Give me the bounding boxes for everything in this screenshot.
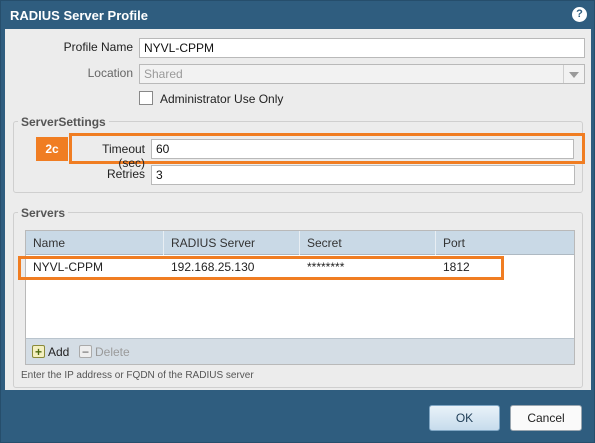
delete-label: Delete (95, 345, 130, 359)
location-value: Shared (144, 67, 183, 81)
server-settings-legend: ServerSettings (18, 115, 109, 129)
delete-icon: − (79, 345, 92, 358)
servers-hint: Enter the IP address or FQDN of the RADI… (21, 370, 254, 381)
profile-name-label: Profile Name (63, 40, 133, 54)
cancel-button[interactable]: Cancel (510, 405, 582, 431)
admin-use-only-label: Administrator Use Only (160, 92, 284, 106)
column-header-secret[interactable]: Secret (300, 231, 436, 255)
admin-use-only-checkbox[interactable] (139, 91, 153, 105)
chevron-down-icon (563, 65, 584, 83)
servers-legend: Servers (18, 206, 69, 220)
location-label: Location (87, 66, 133, 80)
servers-table: Name RADIUS Server Secret Port NYVL-CPPM… (25, 230, 575, 365)
table-toolbar: + Add − Delete (26, 338, 574, 364)
column-header-name[interactable]: Name (26, 231, 164, 255)
profile-name-input[interactable]: NYVL-CPPM (139, 38, 585, 58)
location-select: Shared (139, 64, 585, 84)
step-badge: 2c (36, 137, 68, 161)
timeout-input[interactable]: 60 (151, 139, 574, 159)
ok-button[interactable]: OK (429, 405, 500, 431)
add-icon: + (32, 345, 45, 358)
timeout-label: Timeout (sec) (102, 142, 145, 170)
radius-server-profile-dialog: RADIUS Server Profile ? Profile Name NYV… (0, 0, 595, 443)
add-label: Add (48, 345, 70, 359)
retries-input[interactable]: 3 (151, 165, 575, 185)
column-header-port[interactable]: Port (436, 231, 574, 255)
column-header-radius-server[interactable]: RADIUS Server (164, 231, 300, 255)
table-header: Name RADIUS Server Secret Port (26, 231, 574, 255)
server-row-highlight-box (18, 256, 504, 280)
help-icon[interactable]: ? (572, 7, 587, 22)
retries-label: Retries (106, 167, 145, 181)
dialog-title: RADIUS Server Profile (10, 8, 148, 23)
